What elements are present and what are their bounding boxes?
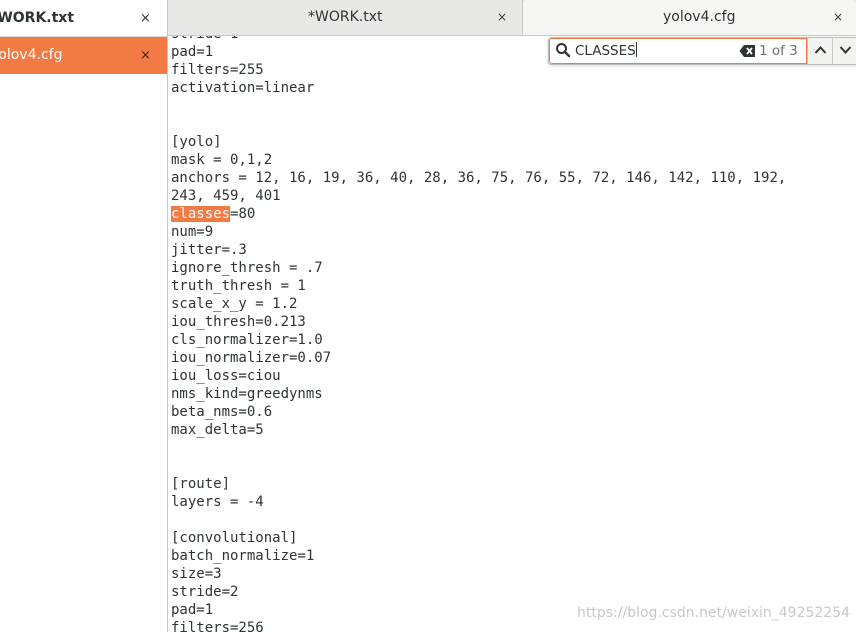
close-icon[interactable]: ×: [140, 0, 151, 37]
code-line: beta_nms=0.6: [171, 404, 273, 420]
code-line: 243, 459, 401: [171, 188, 281, 204]
code-line: anchors = 12, 16, 19, 36, 40, 28, 36, 75…: [171, 170, 787, 186]
match-count: 1 of 3: [759, 43, 798, 59]
code-line: scale_x_y = 1.2: [171, 296, 298, 312]
code-line: iou_thresh=0.213: [171, 314, 306, 330]
next-match-button[interactable]: [832, 38, 856, 64]
code-line: [convolutional]: [171, 530, 298, 546]
chevron-down-icon: [839, 46, 852, 54]
sidebar-item-yolov4-cfg[interactable]: yolov4.cfg ×: [0, 37, 167, 74]
magnifier-icon: [556, 43, 571, 58]
editor-text[interactable]: stride=1pad=1filters=255activation=linea…: [171, 36, 786, 632]
tab-label: *WORK.txt: [308, 9, 383, 25]
sidebar-item-label: yolov4.cfg: [0, 47, 63, 63]
sidebar-item-label: *WORK.txt: [0, 10, 75, 26]
code-line: iou_normalizer=0.07: [171, 350, 332, 366]
code-line: nms_kind=greedynms: [171, 386, 323, 402]
tab-work-txt[interactable]: *WORK.txt ×: [168, 0, 523, 35]
sidebar-item-work-txt[interactable]: *WORK.txt ×: [0, 0, 167, 37]
code-line: mask = 0,1,2: [171, 152, 273, 168]
document-sidebar: *WORK.txt × yolov4.cfg ×: [0, 0, 168, 632]
code-line: activation=linear: [171, 80, 315, 96]
search-bar: CLASSES 1 of 3: [548, 37, 856, 65]
code-line: size=3: [171, 566, 222, 582]
code-line: truth_thresh = 1: [171, 278, 306, 294]
tab-bar: *WORK.txt × yolov4.cfg ×: [168, 0, 856, 36]
close-icon[interactable]: ×: [140, 37, 151, 74]
code-line: stride=2: [171, 584, 239, 600]
backspace-clear-icon[interactable]: [739, 43, 757, 59]
tab-yolov4-cfg[interactable]: yolov4.cfg ×: [523, 0, 856, 35]
code-line: layers = -4: [171, 494, 264, 510]
tab-label: yolov4.cfg: [663, 9, 736, 25]
code-line: [route]: [171, 476, 231, 492]
code-line: iou_loss=ciou: [171, 368, 281, 384]
code-line: batch_normalize=1: [171, 548, 315, 564]
previous-match-button[interactable]: [807, 38, 833, 64]
text-editor[interactable]: stride=1pad=1filters=255activation=linea…: [168, 36, 856, 632]
search-query: CLASSES: [575, 42, 637, 59]
code-line: classes=80: [171, 206, 256, 222]
code-line: max_delta=5: [171, 422, 264, 438]
code-line: ignore_thresh = .7: [171, 260, 323, 276]
watermark: https://blog.csdn.net/weixin_49252254: [577, 605, 851, 621]
close-icon[interactable]: ×: [497, 0, 507, 35]
chevron-up-icon: [814, 46, 827, 54]
close-icon[interactable]: ×: [833, 0, 843, 35]
code-line: num=9: [171, 224, 214, 240]
code-line: jitter=.3: [171, 242, 247, 258]
code-line: [yolo]: [171, 134, 222, 150]
code-line: cls_normalizer=1.0: [171, 332, 323, 348]
search-match-highlight: classes: [171, 206, 231, 222]
